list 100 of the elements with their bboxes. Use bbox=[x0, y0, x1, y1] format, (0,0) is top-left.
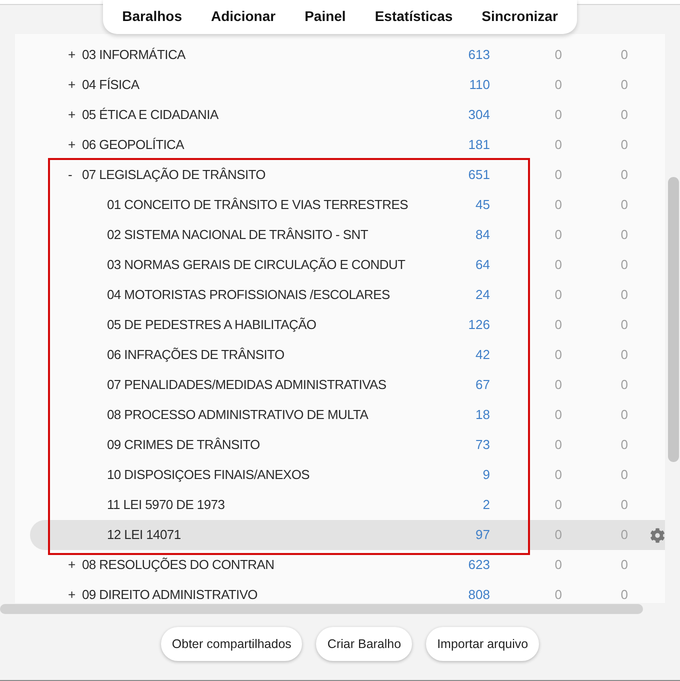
card-count: 0 bbox=[620, 226, 628, 244]
card-count: 0 bbox=[620, 136, 628, 154]
deck-name[interactable]: 06 INFRAÇÕES DE TRÂNSITO bbox=[107, 345, 284, 365]
expand-toggle[interactable]: + bbox=[68, 45, 82, 65]
deck-name[interactable]: 08 PROCESSO ADMINISTRATIVO DE MULTA bbox=[107, 405, 368, 425]
card-count: 0 bbox=[554, 316, 562, 334]
card-count: 73 bbox=[476, 436, 490, 454]
card-count: 0 bbox=[620, 556, 628, 574]
deck-row[interactable]: + 05 ÉTICA E CIDADANIA 304 0 0 bbox=[30, 100, 665, 130]
deck-row[interactable]: 07 PENALIDADES/MEDIDAS ADMINISTRATIVAS 67 0 0 bbox=[30, 370, 665, 400]
card-count: 0 bbox=[554, 196, 562, 214]
deck-name[interactable]: 09 DIREITO ADMINISTRATIVO bbox=[82, 585, 258, 603]
card-count: 0 bbox=[620, 496, 628, 514]
card-count: 42 bbox=[476, 346, 490, 364]
deck-name[interactable]: 04 FÍSICA bbox=[82, 75, 140, 95]
deck-name[interactable]: 03 NORMAS GERAIS DE CIRCULAÇÃO E CONDUT bbox=[107, 255, 406, 275]
deck-name[interactable]: 05 ÉTICA E CIDADANIA bbox=[82, 105, 218, 125]
deck-row[interactable]: 05 DE PEDESTRES A HABILITAÇÃO 126 0 0 bbox=[30, 310, 665, 340]
card-count: 0 bbox=[620, 316, 628, 334]
card-count: 181 bbox=[468, 136, 490, 154]
deck-name[interactable]: 06 GEOPOLÍTICA bbox=[82, 135, 184, 155]
card-count: 0 bbox=[554, 496, 562, 514]
card-count: 0 bbox=[620, 406, 628, 424]
card-count: 0 bbox=[620, 526, 628, 544]
vertical-scrollbar[interactable] bbox=[668, 177, 679, 462]
deck-name[interactable]: 08 RESOLUÇÕES DO CONTRAN bbox=[82, 555, 274, 575]
card-count: 0 bbox=[554, 376, 562, 394]
deck-row[interactable]: + 09 DIREITO ADMINISTRATIVO 808 0 0 bbox=[30, 580, 665, 603]
card-count: 0 bbox=[554, 586, 562, 603]
deck-row[interactable]: 12 LEI 14071 97 0 0 bbox=[30, 520, 665, 550]
deck-name[interactable]: 07 LEGISLAÇÃO DE TRÂNSITO bbox=[82, 165, 266, 185]
expand-toggle[interactable]: + bbox=[68, 585, 82, 603]
toolbar-link[interactable]: Adicionar bbox=[211, 6, 276, 27]
deck-row[interactable]: 02 SISTEMA NACIONAL DE TRÂNSITO - SNT 84 0 0 bbox=[30, 220, 665, 250]
deck-row[interactable]: + 08 RESOLUÇÕES DO CONTRAN 623 0 0 bbox=[30, 550, 665, 580]
card-count: 110 bbox=[469, 76, 490, 94]
card-count: 0 bbox=[554, 256, 562, 274]
deck-name[interactable]: 09 CRIMES DE TRÂNSITO bbox=[107, 435, 260, 455]
expand-toggle[interactable]: + bbox=[68, 135, 82, 155]
expand-toggle[interactable]: + bbox=[68, 75, 82, 95]
deck-row[interactable]: 01 CONCEITO DE TRÂNSITO E VIAS TERRESTRES 45 0 0 bbox=[30, 190, 665, 220]
deck-row[interactable]: + 06 GEOPOLÍTICA 181 0 0 bbox=[30, 130, 665, 160]
card-count: 0 bbox=[620, 256, 628, 274]
card-count: 97 bbox=[476, 526, 490, 544]
deck-row[interactable]: 10 DISPOSIÇOES FINAIS/ANEXOS 9 0 0 bbox=[30, 460, 665, 490]
deck-name[interactable]: 10 DISPOSIÇOES FINAIS/ANEXOS bbox=[107, 465, 310, 485]
deck-row[interactable]: 08 PROCESSO ADMINISTRATIVO DE MULTA 18 0 0 bbox=[30, 400, 665, 430]
card-count: 651 bbox=[468, 166, 490, 184]
card-count: 0 bbox=[620, 376, 628, 394]
card-count: 0 bbox=[554, 166, 562, 184]
card-count: 45 bbox=[476, 196, 490, 214]
settings-icon[interactable] bbox=[650, 528, 665, 542]
action-button[interactable]: Criar Baralho bbox=[316, 627, 412, 661]
deck-row[interactable]: + 04 FÍSICA 110 0 0 bbox=[30, 70, 665, 100]
deck-name[interactable]: 02 SISTEMA NACIONAL DE TRÂNSITO - SNT bbox=[107, 225, 368, 245]
toolbar-link[interactable]: Painel bbox=[304, 6, 346, 27]
card-count: 613 bbox=[468, 46, 490, 64]
deck-row[interactable]: 04 MOTORISTAS PROFISSIONAIS /ESCOLARES 24 0 0 bbox=[30, 280, 665, 310]
deck-row[interactable]: 11 LEI 5970 DE 1973 2 0 0 bbox=[30, 490, 665, 520]
card-count: 0 bbox=[554, 556, 562, 574]
expand-toggle[interactable]: + bbox=[68, 105, 82, 125]
card-count: 0 bbox=[620, 106, 628, 124]
toolbar-link[interactable]: Estatísticas bbox=[374, 6, 453, 27]
expand-toggle[interactable]: + bbox=[68, 555, 82, 575]
card-count: 0 bbox=[554, 106, 562, 124]
card-count: 2 bbox=[482, 496, 490, 514]
deck-row[interactable]: + 03 INFORMÁTICA 613 0 0 bbox=[30, 40, 665, 70]
card-count: 304 bbox=[468, 106, 490, 124]
action-button[interactable]: Obter compartilhados bbox=[160, 627, 302, 661]
card-count: 0 bbox=[620, 286, 628, 304]
card-count: 0 bbox=[620, 76, 628, 94]
deck-name[interactable]: 04 MOTORISTAS PROFISSIONAIS /ESCOLARES bbox=[107, 285, 390, 305]
card-count: 0 bbox=[554, 46, 562, 64]
horizontal-scrollbar[interactable] bbox=[0, 604, 643, 614]
card-count: 0 bbox=[554, 466, 562, 484]
deck-name[interactable]: 03 INFORMÁTICA bbox=[82, 45, 186, 65]
card-count: 808 bbox=[468, 586, 490, 603]
action-button[interactable]: Importar arquivo bbox=[426, 627, 540, 661]
card-count: 0 bbox=[554, 76, 562, 94]
expand-toggle[interactable]: - bbox=[68, 165, 82, 185]
toolbar-link[interactable]: Sincronizar bbox=[482, 6, 558, 27]
card-count: 0 bbox=[554, 226, 562, 244]
card-count: 0 bbox=[620, 196, 628, 214]
deck-row[interactable]: 03 NORMAS GERAIS DE CIRCULAÇÃO E CONDUT 64 0 0 bbox=[30, 250, 665, 280]
card-count: 0 bbox=[620, 466, 628, 484]
deck-row[interactable]: 06 INFRAÇÕES DE TRÂNSITO 42 0 0 bbox=[30, 340, 665, 370]
deck-name[interactable]: 01 CONCEITO DE TRÂNSITO E VIAS TERRESTRES bbox=[107, 195, 408, 215]
card-count: 0 bbox=[620, 346, 628, 364]
deck-name[interactable]: 05 DE PEDESTRES A HABILITAÇÃO bbox=[107, 315, 316, 335]
card-count: 84 bbox=[476, 226, 490, 244]
deck-row[interactable]: 09 CRIMES DE TRÂNSITO 73 0 0 bbox=[30, 430, 665, 460]
deck-row[interactable]: - 07 LEGISLAÇÃO DE TRÂNSITO 651 0 0 bbox=[30, 160, 665, 190]
deck-name[interactable]: 07 PENALIDADES/MEDIDAS ADMINISTRATIVAS bbox=[107, 375, 386, 395]
card-count: 0 bbox=[620, 586, 628, 603]
card-count: 0 bbox=[620, 436, 628, 454]
toolbar-link[interactable]: Baralhos bbox=[122, 6, 182, 27]
card-count: 9 bbox=[482, 466, 490, 484]
card-count: 0 bbox=[554, 136, 562, 154]
deck-name[interactable]: 12 LEI 14071 bbox=[107, 525, 181, 545]
deck-name[interactable]: 11 LEI 5970 DE 1973 bbox=[107, 495, 225, 515]
